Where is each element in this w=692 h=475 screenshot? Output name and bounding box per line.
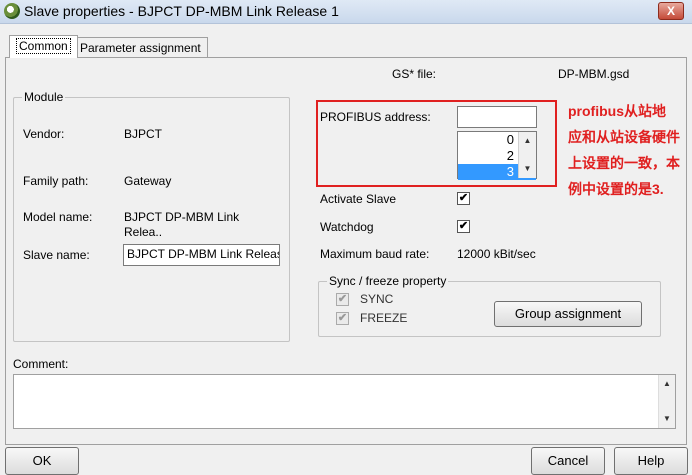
annotation-line-3: 上设置的一致，本 (568, 155, 680, 171)
model-name-value-line2: Relea.. (124, 225, 163, 239)
cancel-button[interactable]: Cancel (531, 447, 605, 475)
tab-parameter-assignment[interactable]: Parameter assignment (73, 37, 208, 57)
window-title: Slave properties - BJPCT DP-MBM Link Rel… (24, 3, 339, 19)
freeze-label: FREEZE (360, 311, 408, 325)
sync-freeze-legend: Sync / freeze property (327, 274, 449, 288)
comment-textarea[interactable]: ▲ ▼ (13, 374, 676, 429)
family-path-value: Gateway (124, 174, 172, 188)
sync-checkbox[interactable]: ✔ (336, 293, 349, 306)
baud-rate-value: 12000 kBit/sec (457, 247, 536, 261)
comment-scroll-down-icon[interactable]: ▼ (659, 412, 675, 426)
family-path-label: Family path: (23, 174, 89, 188)
help-button[interactable]: Help (614, 447, 688, 475)
vendor-value: BJPCT (124, 127, 163, 141)
annotation-line-4: 例中设置的是3. (568, 181, 664, 197)
annotation-line-2: 应和从站设备硬件 (568, 129, 680, 145)
ok-button[interactable]: OK (5, 447, 79, 475)
watchdog-checkbox[interactable]: ✔ (457, 220, 470, 233)
activate-slave-label: Activate Slave (320, 192, 397, 206)
title-bar: Slave properties - BJPCT DP-MBM Link Rel… (0, 0, 692, 24)
freeze-checkbox[interactable]: ✔ (336, 312, 349, 325)
comment-scrollbar[interactable]: ▲ ▼ (658, 375, 675, 428)
slave-name-input[interactable]: BJPCT DP-MBM Link Release 1 (123, 244, 280, 266)
baud-rate-label: Maximum baud rate: (320, 247, 430, 261)
vendor-label: Vendor: (23, 127, 65, 141)
group-assignment-button[interactable]: Group assignment (494, 301, 642, 327)
tab-parameter-assignment-label: Parameter assignment (80, 41, 201, 55)
gsd-file-label: GS* file: (392, 67, 437, 81)
tab-common[interactable]: Common (9, 35, 78, 58)
tab-common-label: Common (16, 38, 71, 54)
gsd-file-value: DP-MBM.gsd (558, 67, 630, 81)
model-name-value-line1: BJPCT DP-MBM Link (124, 210, 240, 224)
app-icon (4, 3, 20, 19)
close-button[interactable]: X (658, 2, 684, 20)
model-name-label: Model name: (23, 210, 93, 224)
sync-label: SYNC (360, 292, 394, 306)
activate-slave-checkbox[interactable]: ✔ (457, 192, 470, 205)
annotation-line-1: profibus从站地 (568, 103, 666, 119)
comment-label: Comment: (13, 357, 69, 371)
module-legend: Module (22, 90, 66, 104)
highlight-box (316, 100, 557, 187)
watchdog-label: Watchdog (320, 220, 374, 234)
comment-scroll-up-icon[interactable]: ▲ (659, 377, 675, 391)
slave-name-label: Slave name: (23, 248, 90, 262)
